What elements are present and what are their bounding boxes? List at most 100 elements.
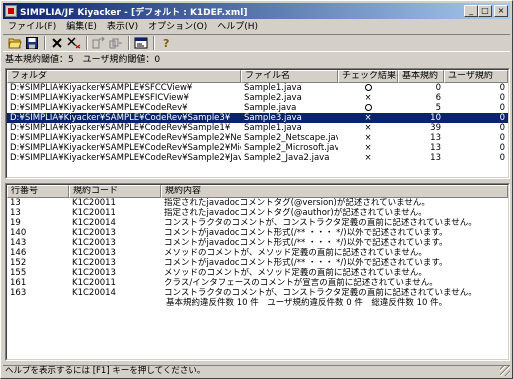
column-rule-code[interactable]: 規約コード (69, 185, 161, 198)
rule-code-cell: K1C20013 (72, 238, 116, 248)
user-count-cell: 0 (499, 93, 505, 103)
basic-count-cell: 10 (430, 113, 441, 123)
column-line-number[interactable]: 行番号 (7, 185, 69, 198)
title-bar[interactable]: SIMPLIA/JF Kiyacker - [デフォルト : K1DEF.xml… (3, 3, 510, 19)
status-bar: ヘルプを表示するには [F1] キーを押してください。 (3, 365, 510, 377)
menu-view[interactable]: 表示(V) (102, 20, 143, 34)
file-list[interactable]: フォルダ ファイル名 チェック結果 基本規約 ユーザ規約 D:¥SIMPLIA¥… (5, 68, 510, 179)
menu-edit[interactable]: 編集(E) (61, 20, 102, 34)
rule-content-cell: コメントがjavadocコメント形式(/** ・・・ */)以外で記述されていま… (164, 258, 448, 268)
toolbar-separator (44, 36, 46, 50)
file-row[interactable]: D:¥SIMPLIA¥Kiyacker¥SAMPLE¥CodeRev¥Sampl… (7, 153, 508, 163)
violation-row[interactable]: 19 K1C20014 コンストラクタのコメントが、コンストラクタ定義の直前に記述さ… (7, 218, 508, 228)
ok-circle-icon (341, 103, 395, 113)
file-row[interactable]: D:¥SIMPLIA¥Kiyacker¥SAMPLE¥CodeRev¥Sampl… (7, 133, 508, 143)
violation-row[interactable]: 140 K1C20013 コメントがjavadocコメント形式(/** ・・・ */… (7, 228, 508, 238)
file-name-cell: Sample2_Java2.java (244, 153, 330, 163)
line-number-cell: 155 (10, 268, 27, 278)
file-list-body: D:¥SIMPLIA¥Kiyacker¥SAMPLE¥SFCCView¥ Samp… (7, 83, 508, 163)
app-icon[interactable] (5, 5, 17, 17)
menu-file[interactable]: ファイル(F) (3, 20, 61, 34)
file-folder-cell: D:¥SIMPLIA¥Kiyacker¥SAMPLE¥SFCCView¥ (10, 83, 193, 93)
violation-list-header: 行番号 規約コード 規約内容 (7, 185, 508, 198)
user-count-cell: 0 (499, 133, 505, 143)
rule-code-cell: K1C20013 (72, 248, 116, 258)
violation-row[interactable]: 13 K1C20011 指定されたjavadocコメントタグ(@author)が記述… (7, 208, 508, 218)
violation-list[interactable]: 行番号 規約コード 規約内容 13 K1C20011 指定されたjavadocコメン… (5, 183, 510, 361)
check-all-icon[interactable] (108, 36, 124, 51)
violation-row[interactable]: 13 K1C20011 指定されたjavadocコメントタグ(@version)が記… (7, 198, 508, 208)
maximize-button[interactable]: □ (478, 5, 492, 17)
file-row[interactable]: D:¥SIMPLIA¥Kiyacker¥SAMPLE¥SFICView¥ Samp… (7, 93, 508, 103)
violation-row[interactable]: 152 K1C20013 コメントがjavadocコメント形式(/** ・・・ */… (7, 258, 508, 268)
basic-count-cell: 39 (430, 123, 441, 133)
rule-content-cell: メソッドのコメントが、メソッド定義の直前に記述されていません。 (164, 268, 427, 278)
toolbar-separator (153, 36, 155, 50)
user-count-cell: 0 (499, 113, 505, 123)
file-row[interactable]: D:¥SIMPLIA¥Kiyacker¥SAMPLE¥CodeRev¥Sampl… (7, 143, 508, 153)
rule-content-cell: コンストラクタのコメントが、コンストラクタ定義の直前に記述されていません。 (164, 288, 477, 298)
violation-list-body: 13 K1C20011 指定されたjavadocコメントタグ(@version)が記… (7, 198, 508, 298)
resize-grip-icon[interactable] (500, 366, 510, 376)
column-check-result[interactable]: チェック結果 (338, 70, 398, 83)
check-result-cell: × (364, 153, 372, 163)
rule-content-cell: コメントがjavadocコメント形式(/** ・・・ */)以外で記述されていま… (164, 238, 448, 248)
column-user-rules[interactable]: ユーザ規約 (444, 70, 508, 83)
file-row[interactable]: D:¥SIMPLIA¥Kiyacker¥SAMPLE¥CodeRev¥Sampl… (7, 103, 508, 113)
rule-content-cell: クラス/インタフェースのコメントが宣言の直前に記述されていません。 (164, 278, 438, 288)
svg-text:?: ? (163, 37, 169, 49)
file-name-cell: Sample1.java (244, 123, 302, 133)
save-icon[interactable] (24, 36, 40, 51)
violation-summary: 基本規約違反件数 10 件 ユーザ規約違反件数 0 件 総違反件数 10 件。 (166, 298, 448, 308)
rule-code-cell: K1C20011 (72, 278, 116, 288)
user-count-cell: 0 (499, 83, 505, 93)
file-row[interactable]: D:¥SIMPLIA¥Kiyacker¥SAMPLE¥CodeRev¥Sampl… (7, 123, 508, 133)
minimize-button[interactable]: _ (464, 5, 478, 17)
file-name-cell: Sample2_Netscape.java (244, 133, 338, 143)
rule-code-cell: K1C20014 (72, 288, 116, 298)
file-row[interactable]: D:¥SIMPLIA¥Kiyacker¥SAMPLE¥SFCCView¥ Samp… (7, 83, 508, 93)
column-filename[interactable]: ファイル名 (241, 70, 338, 83)
rule-content-cell: 指定されたjavadocコメントタグ(@version)が記述されていません。 (164, 198, 430, 208)
open-folder-icon[interactable] (7, 36, 23, 51)
close-button[interactable]: × (494, 5, 508, 17)
menu-options[interactable]: オプション(O) (143, 20, 212, 34)
help-icon[interactable]: ? (158, 36, 174, 51)
rule-content-cell: メソッドのコメントが、メソッド定義の直前に記述されていません。 (164, 248, 427, 258)
basic-count-cell: 13 (430, 143, 441, 153)
user-threshold-label: ユーザ規約閾値：0 (82, 55, 161, 65)
violation-row[interactable]: 161 K1C20011 クラス/インタフェースのコメントが宣言の直前に記述されてい… (7, 278, 508, 288)
basic-count-cell: 13 (430, 153, 441, 163)
properties-icon[interactable] (133, 36, 149, 51)
check-result-cell: × (364, 123, 372, 133)
violation-row[interactable]: 155 K1C20013 メソッドのコメントが、メソッド定義の直前に記述されていませ… (7, 268, 508, 278)
line-number-cell: 146 (10, 248, 27, 258)
violation-row[interactable]: 146 K1C20013 メソッドのコメントが、メソッド定義の直前に記述されていませ… (7, 248, 508, 258)
line-number-cell: 13 (10, 208, 21, 218)
main-window: SIMPLIA/JF Kiyacker - [デフォルト : K1DEF.xml… (0, 0, 513, 379)
rule-code-cell: K1C20013 (72, 258, 116, 268)
file-row[interactable]: D:¥SIMPLIA¥Kiyacker¥SAMPLE¥CodeRev¥Sampl… (7, 113, 508, 123)
line-number-cell: 13 (10, 198, 21, 208)
file-name-cell: Sample1.java (244, 83, 302, 93)
column-rule-content[interactable]: 規約内容 (161, 185, 508, 198)
check-icon[interactable] (91, 36, 107, 51)
basic-count-cell: 5 (435, 103, 441, 113)
clear-results-icon[interactable] (66, 36, 82, 51)
menu-help[interactable]: ヘルプ(H) (212, 20, 263, 34)
check-result-cell (338, 83, 398, 93)
violation-row[interactable]: 163 K1C20014 コンストラクタのコメントが、コンストラクタ定義の直前に記述… (7, 288, 508, 298)
check-result-cell: × (364, 113, 372, 123)
column-folder[interactable]: フォルダ (7, 70, 241, 83)
toolbar-separator (86, 36, 88, 50)
file-folder-cell: D:¥SIMPLIA¥Kiyacker¥SAMPLE¥CodeRev¥Sampl… (10, 123, 231, 133)
violation-row[interactable]: 143 K1C20013 コメントがjavadocコメント形式(/** ・・・ */… (7, 238, 508, 248)
ok-circle-mark (364, 84, 372, 91)
file-name-cell: Sample3.java (244, 113, 302, 123)
file-folder-cell: D:¥SIMPLIA¥Kiyacker¥SAMPLE¥CodeRev¥Sampl… (10, 133, 241, 143)
file-folder-cell: D:¥SIMPLIA¥Kiyacker¥SAMPLE¥SFICView¥ (10, 93, 189, 103)
rule-code-cell: K1C20011 (72, 208, 116, 218)
rule-content-cell: コンストラクタのコメントが、コンストラクタ定義の直前に記述されていません。 (164, 218, 477, 228)
delete-icon[interactable] (49, 36, 65, 51)
column-basic-rules[interactable]: 基本規約 (398, 70, 444, 83)
